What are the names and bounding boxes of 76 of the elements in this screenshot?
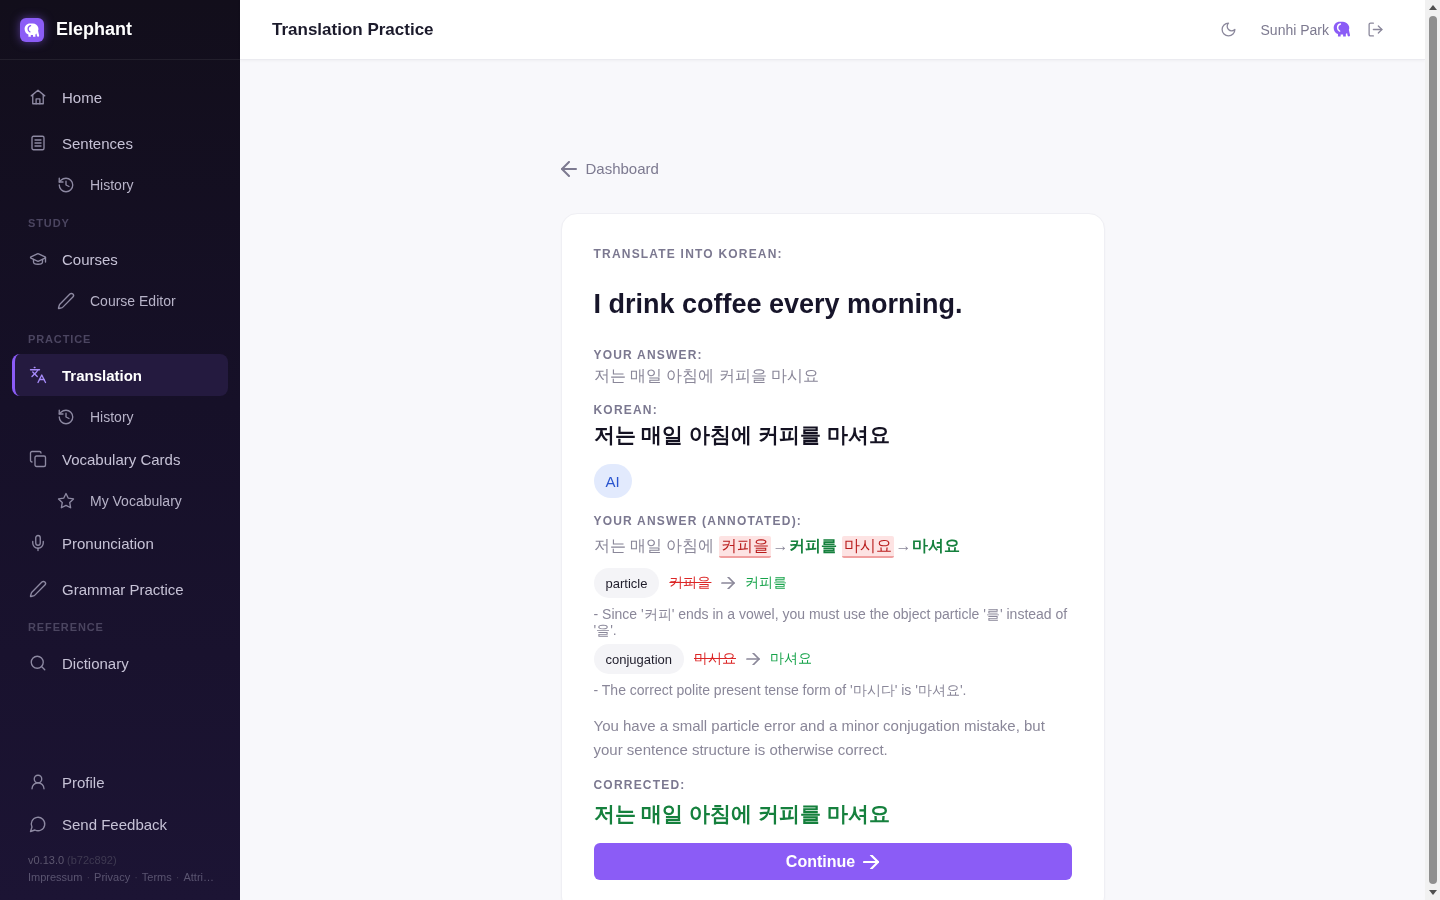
footer-separator: ·: [86, 870, 91, 884]
nav-subitem[interactable]: History: [12, 164, 228, 206]
nav-item[interactable]: Profile: [12, 761, 228, 803]
category-tag: conjugation: [593, 644, 684, 674]
error-highlight: 커피을: [719, 536, 772, 558]
nav-subitem[interactable]: History: [12, 396, 228, 438]
nav-subitem[interactable]: My Vocabulary: [12, 480, 228, 522]
nav-item[interactable]: Home: [12, 76, 228, 118]
scroll-down-icon[interactable]: [1428, 890, 1437, 895]
user-name: Sunhi Park: [1260, 21, 1329, 38]
section-label: YOUR ANSWER (ANNOTATED):: [593, 513, 804, 529]
footer-separator: ·: [134, 870, 138, 884]
arrow-right-icon: [746, 653, 760, 665]
nav-item[interactable]: Vocabulary Cards: [12, 438, 228, 480]
scrollbar[interactable]: [1425, 0, 1440, 900]
elephant-logo-icon: [20, 17, 44, 42]
answer-text: 저는 매일 아침에: [593, 536, 715, 556]
app-name: Elephant: [56, 19, 132, 40]
section-label: YOUR ANSWER:: [593, 347, 704, 363]
nav-item[interactable]: Dictionary: [12, 642, 228, 684]
corrected-text: 커피를: [745, 574, 788, 592]
logout-icon[interactable]: [1367, 21, 1384, 38]
arrow-right-icon: [721, 577, 736, 589]
nav-subitem[interactable]: Course Editor: [12, 280, 228, 322]
section-label: KOREAN:: [593, 402, 659, 418]
section-label: CORRECTED:: [593, 777, 687, 793]
user-answer: 저는 매일 아침에 커피을 마시요: [593, 366, 821, 386]
version-label: v0.13.0: [28, 854, 65, 866]
stacked-cards-icon: [29, 450, 47, 468]
history-icon: [57, 176, 75, 194]
ai-badge: AI: [593, 464, 632, 498]
translate-icon: [29, 366, 47, 384]
search-icon: [29, 654, 47, 672]
star-icon: [57, 492, 75, 510]
home-icon: [29, 88, 47, 106]
user-icon: [29, 773, 47, 791]
elephant-avatar-icon: [1333, 21, 1351, 38]
nav-item[interactable]: Sentences: [12, 122, 228, 164]
nav-item[interactable]: Pronunciation: [12, 522, 228, 564]
back-link[interactable]: Dashboard: [560, 159, 659, 179]
continue-button[interactable]: Continue: [593, 843, 1072, 880]
feedback-summary: You have a small particle error and a minor conjugation mistake, but your sentence structure is otherwise correct.: [593, 716, 1046, 760]
scrollbar-thumb[interactable]: [1428, 16, 1437, 884]
error-highlight: 마시요: [842, 536, 895, 558]
prompt-sentence: I drink coffee every morning.: [593, 288, 964, 321]
explanation-text: - The correct polite present tense form of '마시다' is '마셔요'.: [593, 682, 968, 698]
correction-text: 마셔요: [912, 536, 961, 556]
wrong-text: 커피을: [669, 574, 712, 592]
pencil-icon: [29, 580, 47, 598]
footer-separator: ·: [175, 870, 180, 884]
corrected-sentence: 저는 매일 아침에 커피를 마셔요: [593, 801, 891, 827]
microphone-icon: [29, 534, 47, 552]
nav-section-heading: PRACTICE: [27, 332, 93, 347]
nav-item[interactable]: Send Feedback: [12, 803, 228, 845]
moon-icon[interactable]: [1219, 21, 1237, 38]
reference-translation: 저는 매일 아침에 커피를 마셔요: [593, 422, 891, 448]
history-icon: [57, 408, 75, 426]
arrow-right-icon: →: [772, 534, 789, 558]
corrected-text: 마셔요: [770, 650, 812, 668]
page-title: Translation Practice: [272, 19, 435, 40]
explanation-text: - Since '커피' ends in a vowel, you must use the object particle '를' instead of '을'.: [593, 606, 1069, 638]
correction-text: 커피를: [789, 536, 838, 556]
nav-item[interactable]: Grammar Practice: [12, 568, 228, 610]
nav-item[interactable]: Courses: [12, 238, 228, 280]
arrow-right-icon: →: [895, 534, 912, 558]
arrow-right-icon: [863, 854, 880, 869]
scroll-up-icon[interactable]: [1428, 5, 1437, 10]
document-icon: [29, 134, 47, 152]
nav-section-heading: STUDY: [27, 216, 71, 231]
section-label: TRANSLATE INTO KOREAN:: [593, 246, 784, 262]
pencil-icon: [57, 292, 75, 310]
chat-bubble-icon: [29, 815, 47, 833]
graduation-cap-icon: [29, 250, 47, 268]
category-tag: particle: [593, 568, 660, 598]
wrong-text: 마시요: [694, 650, 736, 668]
nav-item[interactable]: Translation: [12, 354, 228, 396]
